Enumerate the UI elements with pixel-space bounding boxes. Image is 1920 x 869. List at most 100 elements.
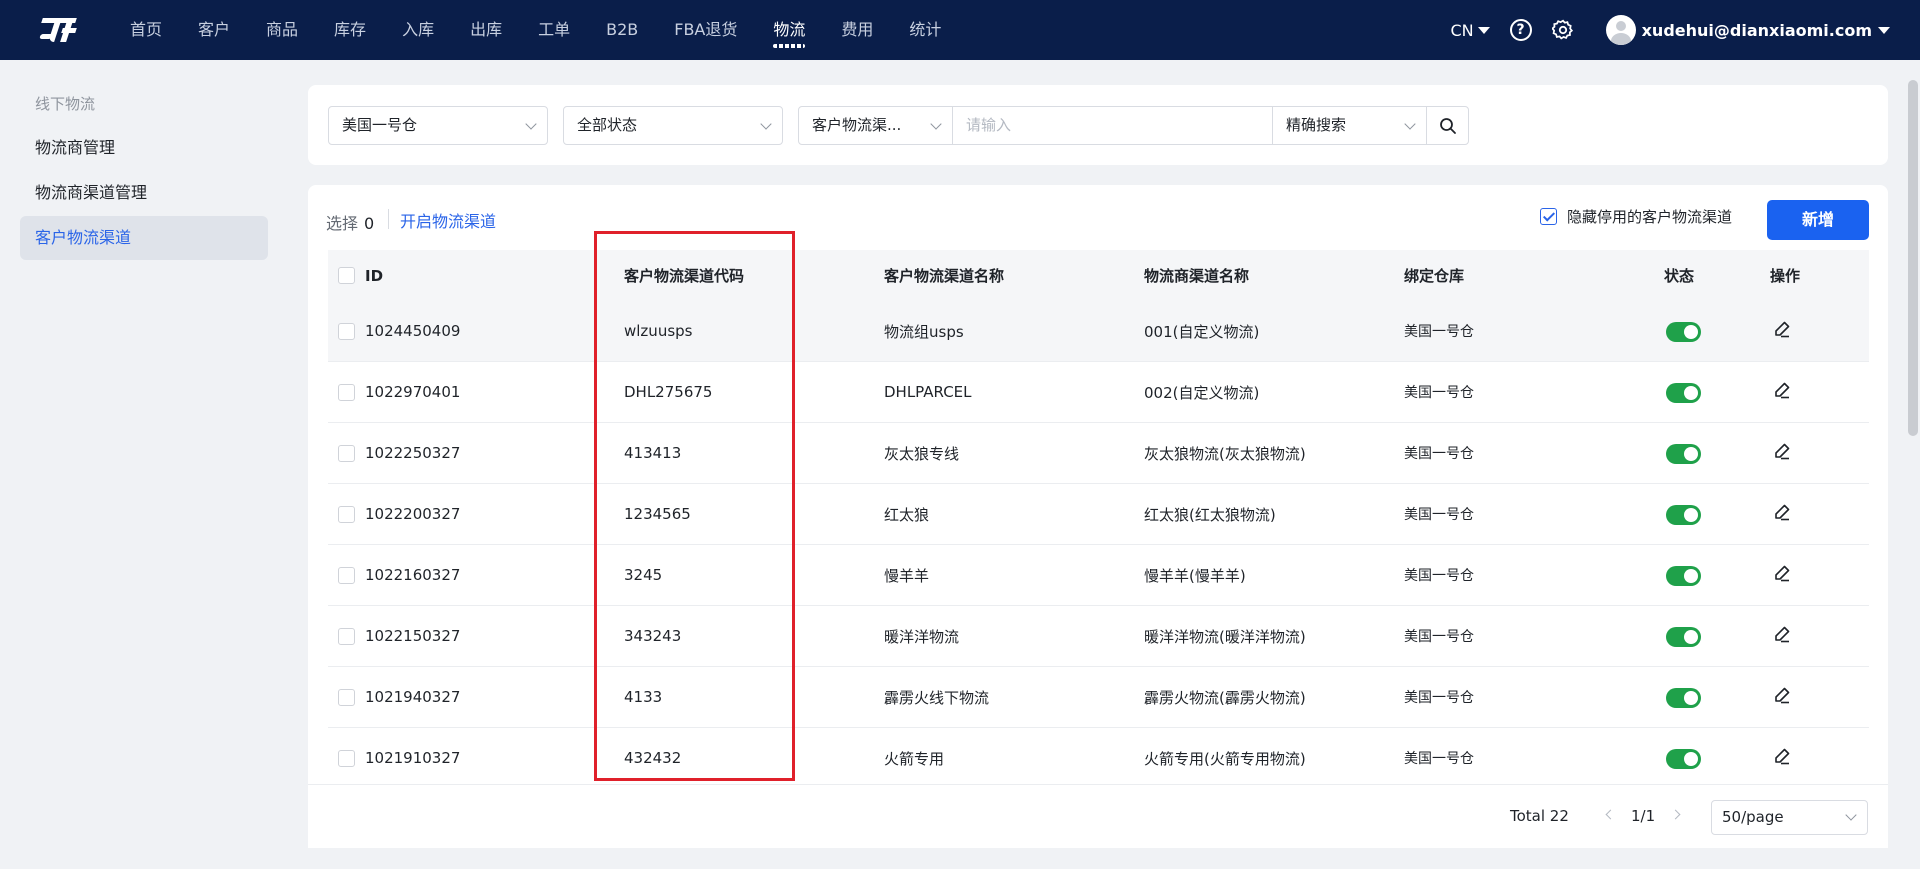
cell-warehouse: 美国一号仓 bbox=[1404, 629, 1474, 645]
nav-item-fba-returns[interactable]: FBA退货 bbox=[656, 0, 755, 60]
edit-icon[interactable] bbox=[1772, 563, 1792, 583]
row-checkbox[interactable] bbox=[338, 444, 355, 462]
table-row[interactable]: 1022250327 413413 灰太狼专线 灰太狼物流(灰太狼物流) 美国一号仓 bbox=[328, 423, 1869, 484]
user-menu[interactable]: xudehui@dianxiaomi.com bbox=[1605, 15, 1890, 45]
status-toggle[interactable] bbox=[1666, 322, 1701, 342]
status-toggle[interactable] bbox=[1666, 566, 1701, 586]
nav-item-statistics[interactable]: 统计 bbox=[891, 0, 959, 60]
table-row[interactable]: 1021940327 4133 霹雳火线下物流 霹雳火物流(霹雳火物流) 美国一号仓 bbox=[328, 667, 1869, 728]
cell-carrier: 霹雳火物流(霹雳火物流) bbox=[1144, 688, 1306, 707]
cell-name: 灰太狼专线 bbox=[884, 444, 960, 463]
row-checkbox[interactable] bbox=[338, 505, 355, 523]
sidebar-group-label: 线下物流 bbox=[35, 95, 96, 113]
next-page-icon[interactable] bbox=[1670, 809, 1681, 820]
nav-item-tickets[interactable]: 工单 bbox=[520, 0, 588, 60]
match-mode-select[interactable]: 精确搜索 bbox=[1272, 106, 1427, 145]
cell-id: 1022250327 bbox=[365, 444, 461, 462]
row-checkbox[interactable] bbox=[338, 627, 355, 645]
cell-carrier: 001(自定义物流) bbox=[1144, 322, 1260, 341]
chevron-down-icon bbox=[1477, 26, 1490, 34]
cell-warehouse: 美国一号仓 bbox=[1404, 507, 1474, 523]
hide-disabled-checkbox[interactable]: 隐藏停用的客户物流渠道 bbox=[1540, 206, 1732, 227]
open-channel-link[interactable]: 开启物流渠道 bbox=[400, 208, 496, 232]
edit-icon[interactable] bbox=[1772, 319, 1792, 339]
edit-icon[interactable] bbox=[1772, 624, 1792, 644]
cell-name: DHLPARCEL bbox=[884, 383, 972, 401]
prev-page-icon[interactable] bbox=[1605, 809, 1616, 820]
chevron-down-icon bbox=[525, 118, 537, 130]
cell-carrier: 灰太狼物流(灰太狼物流) bbox=[1144, 444, 1306, 463]
page-size-select[interactable]: 50/page bbox=[1711, 800, 1868, 835]
cell-warehouse: 美国一号仓 bbox=[1404, 568, 1474, 584]
table-row[interactable]: 1022160327 3245 慢羊羊 慢羊羊(慢羊羊) 美国一号仓 bbox=[328, 545, 1869, 606]
nav-item-inventory[interactable]: 库存 bbox=[316, 0, 384, 60]
edit-icon[interactable] bbox=[1772, 746, 1792, 766]
row-checkbox[interactable] bbox=[338, 322, 355, 340]
search-button[interactable] bbox=[1426, 106, 1469, 145]
select-all-checkbox[interactable] bbox=[338, 267, 355, 284]
header-code: 客户物流渠道代码 bbox=[624, 267, 745, 285]
filter-bar: 美国一号仓 全部状态 客户物流渠... 请输入 精确搜索 bbox=[308, 85, 1888, 165]
cell-warehouse: 美国一号仓 bbox=[1404, 324, 1474, 340]
add-button[interactable]: 新增 bbox=[1767, 200, 1869, 240]
row-checkbox[interactable] bbox=[338, 566, 355, 584]
avatar-icon bbox=[1605, 15, 1636, 45]
table-body: 1024450409 wlzuusps 物流组usps 001(自定义物流) 美国一号仓… bbox=[328, 301, 1869, 784]
table-row[interactable]: 1022200327 1234565 红太狼 红太狼(红太狼物流) 美国一号仓 bbox=[328, 484, 1869, 545]
help-icon[interactable]: ? bbox=[1509, 19, 1532, 41]
row-checkbox[interactable] bbox=[338, 749, 355, 767]
table-header: ID 客户物流渠道代码 客户物流渠道名称 物流商渠道名称 绑定仓库 状态 操作 bbox=[328, 250, 1869, 301]
table-row[interactable]: 1022970401 DHL275675 DHLPARCEL 002(自定义物流) 美国… bbox=[328, 362, 1869, 423]
cell-warehouse: 美国一号仓 bbox=[1404, 446, 1474, 462]
language-selector[interactable]: CN bbox=[1450, 21, 1490, 40]
main-nav: 首页 客户 商品 库存 入库 出库 工单 B2B FBA退货 物流 费用 统计 bbox=[112, 0, 959, 60]
search-input[interactable]: 请输入 bbox=[952, 106, 1273, 145]
selection-label: 选择 bbox=[326, 214, 359, 233]
cell-name: 暖洋洋物流 bbox=[884, 627, 960, 646]
nav-item-products[interactable]: 商品 bbox=[248, 0, 316, 60]
cell-code: 343243 bbox=[624, 627, 682, 645]
table-row[interactable]: 1021910327 432432 火箭专用 火箭专用(火箭专用物流) 美国一号仓 bbox=[328, 728, 1869, 784]
cell-name: 物流组usps bbox=[884, 322, 964, 341]
chevron-down-icon bbox=[1878, 26, 1890, 34]
table-row[interactable]: 1024450409 wlzuusps 物流组usps 001(自定义物流) 美国一号仓 bbox=[328, 301, 1869, 362]
warehouse-select-value: 美国一号仓 bbox=[342, 116, 418, 134]
status-toggle[interactable] bbox=[1666, 627, 1701, 647]
sidebar-item-customer-channels[interactable]: 客户物流渠道 bbox=[20, 216, 268, 260]
chevron-down-icon bbox=[760, 118, 772, 130]
gear-icon[interactable] bbox=[1551, 19, 1574, 41]
nav-item-customers[interactable]: 客户 bbox=[180, 0, 248, 60]
edit-icon[interactable] bbox=[1772, 441, 1792, 461]
status-toggle[interactable] bbox=[1666, 749, 1701, 769]
cell-id: 1024450409 bbox=[365, 322, 461, 340]
nav-item-outbound[interactable]: 出库 bbox=[452, 0, 520, 60]
status-toggle[interactable] bbox=[1666, 688, 1701, 708]
row-checkbox[interactable] bbox=[338, 688, 355, 706]
logo-icon[interactable] bbox=[38, 16, 78, 44]
sidebar-item-carrier-channel-management[interactable]: 物流商渠道管理 bbox=[20, 171, 268, 215]
nav-item-home[interactable]: 首页 bbox=[112, 0, 180, 60]
edit-icon[interactable] bbox=[1772, 380, 1792, 400]
edit-icon[interactable] bbox=[1772, 685, 1792, 705]
match-mode-value: 精确搜索 bbox=[1286, 116, 1347, 134]
nav-item-b2b[interactable]: B2B bbox=[588, 0, 656, 60]
row-checkbox[interactable] bbox=[338, 383, 355, 401]
cell-carrier: 002(自定义物流) bbox=[1144, 383, 1260, 402]
cell-carrier: 红太狼(红太狼物流) bbox=[1144, 505, 1276, 524]
nav-item-fees[interactable]: 费用 bbox=[823, 0, 891, 60]
status-toggle[interactable] bbox=[1666, 444, 1701, 464]
table-row[interactable]: 1022150327 343243 暖洋洋物流 暖洋洋物流(暖洋洋物流) 美国一号仓 bbox=[328, 606, 1869, 667]
warehouse-select[interactable]: 美国一号仓 bbox=[328, 106, 548, 145]
sidebar-item-carrier-management[interactable]: 物流商管理 bbox=[20, 126, 268, 170]
nav-item-logistics[interactable]: 物流 bbox=[755, 0, 823, 60]
page-size-value: 50/page bbox=[1722, 808, 1784, 826]
status-toggle[interactable] bbox=[1666, 505, 1701, 525]
status-toggle[interactable] bbox=[1666, 383, 1701, 403]
nav-item-inbound[interactable]: 入库 bbox=[384, 0, 452, 60]
status-select[interactable]: 全部状态 bbox=[563, 106, 783, 145]
edit-icon[interactable] bbox=[1772, 502, 1792, 522]
cell-code: 432432 bbox=[624, 749, 682, 767]
page-scrollbar[interactable] bbox=[1908, 80, 1918, 436]
search-field-select[interactable]: 客户物流渠... bbox=[798, 106, 953, 145]
header-actions: 操作 bbox=[1770, 267, 1801, 285]
